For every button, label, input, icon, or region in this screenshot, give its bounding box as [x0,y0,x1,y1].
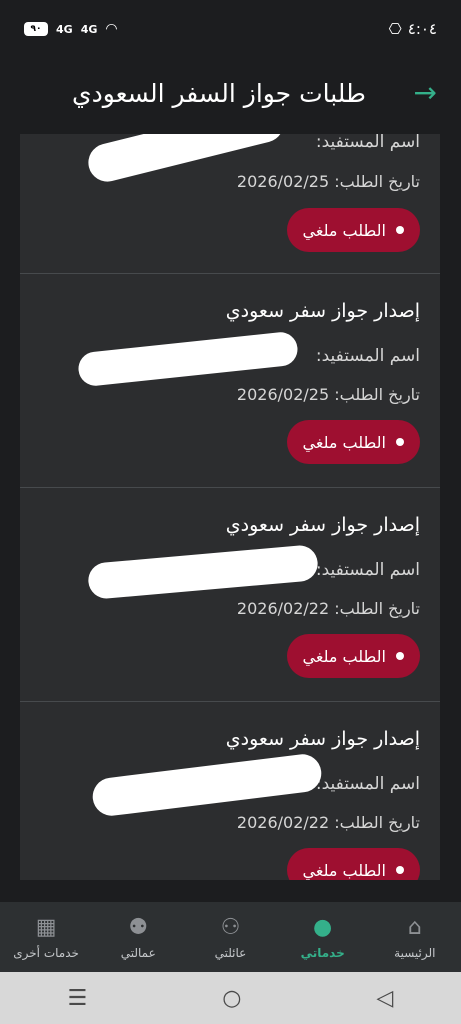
bottom-navigation: ⌂ الرئيسية ● خدماتي ⚇ عائلتي ⚉ عمالتي ▦ … [0,902,461,972]
nav-label: الرئيسية [394,946,436,960]
back-arrow-icon[interactable]: → [414,79,437,107]
status-dot-icon [396,652,404,660]
nav-label: عائلتي [214,946,247,960]
app-header: طلبات جواز السفر السعودي → [0,58,461,128]
request-title: إصدار جواز سفر سعودي [225,728,420,750]
grid-icon: ▦ [35,914,57,940]
status-text: الطلب ملغي [302,220,386,240]
request-date: تاريخ الطلب: 2026/02/25 [236,385,420,404]
request-date: تاريخ الطلب: 2026/02/22 [236,599,420,618]
home-circle-icon[interactable]: ○ [222,986,241,1011]
status-indicators: ٩٠ 4G 4G ◠ [24,21,118,37]
nav-item-my-workers[interactable]: ⚉ عمالتي [93,914,183,961]
status-bar: ٩٠ 4G 4G ◠ ⎔ ٤:٠٤ [0,0,461,58]
clock-time: ٤:٠٤ [407,20,437,38]
beneficiary-label: اسم المستفيد: [315,774,420,794]
status-badge: الطلب ملغي [286,208,420,252]
nav-item-my-services[interactable]: ● خدماتي [278,914,368,961]
status-dot-icon [396,438,404,446]
request-date: تاريخ الطلب: 2026/02/22 [236,813,420,832]
status-text: الطلب ملغي [302,432,386,452]
person-icon: ● [313,914,333,940]
request-title: إصدار جواز سفر سعودي [225,514,420,536]
nav-label: خدماتي [300,946,345,960]
nav-label: عمالتي [120,946,156,960]
nav-item-home[interactable]: ⌂ الرئيسية [370,914,460,961]
home-icon: ⌂ [407,914,422,940]
status-text: الطلب ملغي [302,646,386,666]
system-navigation-bar: ☰ ○ ◁ [0,972,461,1024]
group-icon: ⚉ [128,914,149,940]
request-date: تاريخ الطلب: 2026/02/25 [236,172,420,191]
page-title: طلبات جواز السفر السعودي [72,78,366,108]
request-card[interactable]: اسم المستفيد: تاريخ الطلب: 2026/02/25 ال… [20,134,440,274]
signal-icon: 4G [80,22,98,36]
status-dot-icon [396,226,404,234]
request-title: إصدار جواز سفر سعودي [225,300,420,322]
beneficiary-label: اسم المستفيد: [315,134,420,152]
wifi-icon: ◠ [105,21,118,37]
status-dot-icon [396,866,404,874]
beneficiary-label: اسم المستفيد: [315,560,420,580]
beneficiary-label: اسم المستفيد: [315,346,420,366]
status-badge: الطلب ملغي [286,420,420,464]
gamepad-icon: ⎔ [388,20,402,38]
request-card[interactable]: إصدار جواز سفر سعودي اسم المستفيد: تاريخ… [20,488,440,702]
recent-apps-icon[interactable]: ☰ [68,986,88,1011]
back-triangle-icon[interactable]: ◁ [377,986,394,1011]
nav-item-other-services[interactable]: ▦ خدمات أخرى [1,914,91,961]
nav-item-my-family[interactable]: ⚇ عائلتي [185,914,275,961]
status-badge: الطلب ملغي [286,634,420,678]
signal-icon: 4G [56,22,73,36]
status-badge: الطلب ملغي [286,848,420,880]
battery-icon: ٩٠ [24,22,48,36]
status-time-area: ⎔ ٤:٠٤ [389,20,437,38]
nav-label: خدمات أخرى [13,946,79,960]
status-text: الطلب ملغي [302,860,386,880]
family-icon: ⚇ [220,914,241,940]
requests-list[interactable]: اسم المستفيد: تاريخ الطلب: 2026/02/25 ال… [20,134,440,880]
